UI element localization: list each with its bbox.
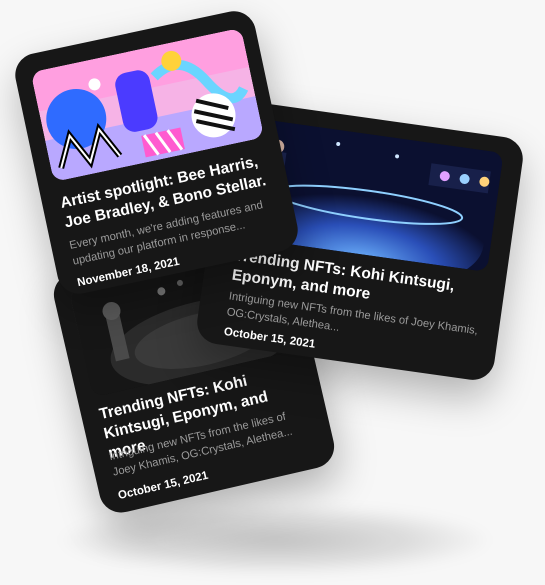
news-card-artist-spotlight[interactable]: Artist spotlight: Bee Harris, Joe Bradle…	[11, 7, 302, 298]
floor-shadow	[60, 505, 490, 575]
